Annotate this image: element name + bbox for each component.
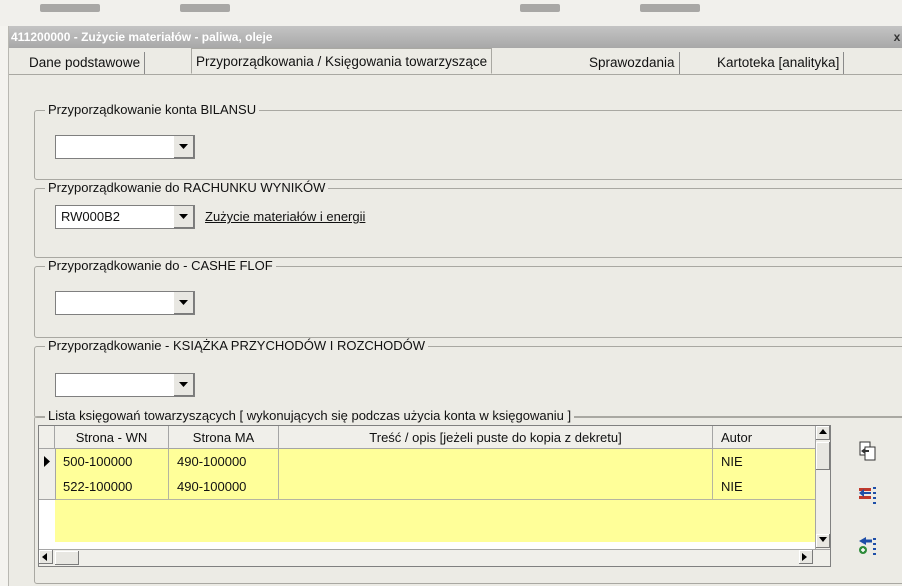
title-bar: 411200000 - Zużycie materiałów - paliwa,…	[9, 26, 902, 48]
scroll-down-icon[interactable]	[816, 534, 830, 548]
cell-wn[interactable]: 500-100000	[55, 449, 169, 474]
combo-arrow-icon[interactable]	[173, 292, 194, 314]
table-row[interactable]: 522-100000 490-100000 NIE	[39, 474, 819, 500]
combo-arrow-icon[interactable]	[173, 206, 194, 228]
bilans-combo[interactable]	[55, 135, 195, 159]
rachunek-combo[interactable]: RW000B2	[55, 205, 195, 229]
row-header	[39, 474, 56, 500]
combo-arrow-icon[interactable]	[173, 136, 194, 158]
scroll-up-icon[interactable]	[816, 426, 830, 440]
combo-arrow-icon[interactable]	[173, 374, 194, 396]
legend-cashflow: Przyporządkowanie do - CASHE FLOF	[45, 258, 276, 273]
background-top-strip	[0, 0, 902, 26]
cell-autor[interactable]: NIE	[713, 449, 819, 474]
cell-opis[interactable]	[279, 449, 713, 474]
horizontal-scroll-thumb[interactable]	[55, 551, 79, 565]
scroll-right-icon[interactable]	[799, 550, 813, 564]
cell-wn[interactable]: 522-100000	[55, 474, 169, 499]
cell-ma[interactable]: 490-100000	[169, 474, 279, 499]
cell-autor[interactable]: NIE	[713, 474, 819, 499]
vertical-scroll-thumb[interactable]	[816, 442, 830, 470]
move-left-icon[interactable]	[857, 484, 879, 506]
rachunek-link[interactable]: Zużycie materiałów i energii	[205, 209, 365, 224]
tab-bar: Dane podstawowe Przyporządkowania / Księ…	[9, 48, 902, 75]
group-bilans: Przyporządkowanie konta BILANSU	[34, 102, 902, 180]
rachunek-combo-value: RW000B2	[61, 209, 121, 224]
table-row[interactable]: 500-100000 490-100000 NIE	[39, 449, 819, 475]
legend-rachunek: Przyporządkowanie do RACHUNKU WYNIKÓW	[45, 180, 329, 195]
vertical-scrollbar[interactable]	[815, 426, 830, 550]
window-title: 411200000 - Zużycie materiałów - paliwa,…	[11, 30, 273, 44]
legend-lista: Lista księgowań towarzyszących [ wykonuj…	[45, 408, 575, 423]
tab-sprawozdania[interactable]: Sprawozdania	[585, 52, 680, 74]
group-rachunek-wynikow: Przyporządkowanie do RACHUNKU WYNIKÓW RW…	[34, 180, 902, 258]
ksiegowania-grid: Strona - WN Strona MA Treść / opis [jeże…	[38, 425, 831, 567]
kpir-combo[interactable]	[55, 373, 195, 397]
tab-kartoteka[interactable]: Kartoteka [analityka]	[713, 52, 845, 74]
add-icon[interactable]	[857, 535, 879, 557]
column-header-wn[interactable]: Strona - WN	[55, 426, 169, 449]
grid-corner	[39, 426, 55, 449]
row-pointer-icon	[39, 449, 56, 475]
tab-dane-podstawowe[interactable]: Dane podstawowe	[25, 52, 146, 74]
scroll-left-icon[interactable]	[39, 550, 53, 564]
grid-empty-area	[55, 500, 819, 542]
cell-opis[interactable]	[279, 474, 713, 499]
close-icon[interactable]: x	[891, 26, 902, 48]
tab-przyporzadkowania[interactable]: Przyporządkowania / Księgowania towarzys…	[191, 48, 493, 74]
horizontal-scrollbar[interactable]	[39, 549, 830, 566]
legend-kpir: Przyporządkowanie - KSIĄŻKA PRZYCHODÓW I…	[45, 338, 429, 353]
column-header-opis[interactable]: Treść / opis [jeżeli puste do kopia z de…	[279, 426, 713, 449]
cashflow-combo[interactable]	[55, 291, 195, 315]
left-edge	[0, 26, 8, 586]
column-header-autor[interactable]: Autor	[713, 426, 819, 449]
copy-icon[interactable]	[857, 440, 879, 462]
group-cashflow: Przyporządkowanie do - CASHE FLOF	[34, 258, 902, 338]
legend-bilans: Przyporządkowanie konta BILANSU	[45, 102, 260, 117]
column-header-ma[interactable]: Strona MA	[169, 426, 279, 449]
cell-ma[interactable]: 490-100000	[169, 449, 279, 474]
